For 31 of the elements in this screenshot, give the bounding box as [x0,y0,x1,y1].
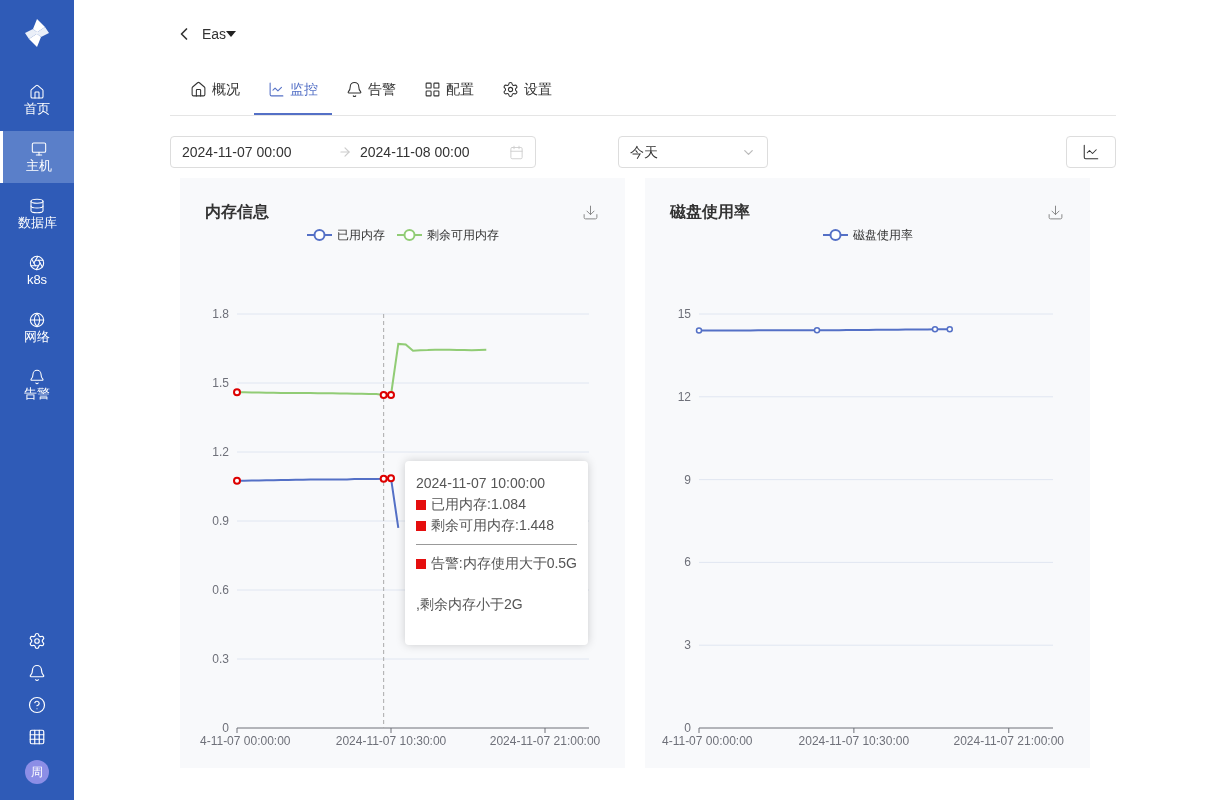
axis-label: 2024-11-07 10:30:00 [335,734,447,748]
legend-label: 磁盘使用率 [852,227,913,244]
axis-label: 4-11-07 00:00:00 [662,734,753,748]
card-title: 磁盘使用率 [670,202,750,222]
axis-label: 1.8 [212,307,229,321]
axis-label: 1.5 [212,376,229,390]
legend-label: 已用内存 [336,227,385,244]
axis-label: 6 [684,555,691,570]
card-title: 内存信息 [205,202,269,222]
axis-label: 12 [677,389,691,404]
axis-label: 2024-11-07 21:00:00 [953,734,1064,748]
axis-label: 4-11-07 00:00:00 [200,734,291,748]
axis-label: 0.9 [212,514,229,528]
axis-label: 1.2 [212,445,229,459]
start-date: 2024-11-07 00:00 [182,142,293,162]
axis-label: 2024-11-07 21:00:00 [489,734,601,748]
axis-label: 15 [677,307,691,321]
legend-label: 剩余可用内存 [426,227,499,244]
axis-label: 0 [684,721,691,735]
tooltip-title: 2024-11-07 10:00:00 [416,474,546,493]
axis-label: 0.3 [212,652,229,666]
tooltip-item: 剩余可用内存:1.448 [431,516,554,535]
end-date: 2024-11-08 00:00 [360,142,471,162]
tooltip-note: ,剩余内存小于2G [416,595,524,614]
tooltip-item: 已用内存:1.084 [431,495,526,514]
axis-label: 2024-11-07 10:30:00 [798,734,910,748]
tooltip-item: 告警:内存使用大于0.5G [430,554,577,573]
axis-label: 9 [684,472,691,487]
axis-label: 0 [222,721,229,735]
axis-label: 3 [684,638,691,653]
axis-label: 0.6 [212,583,229,597]
